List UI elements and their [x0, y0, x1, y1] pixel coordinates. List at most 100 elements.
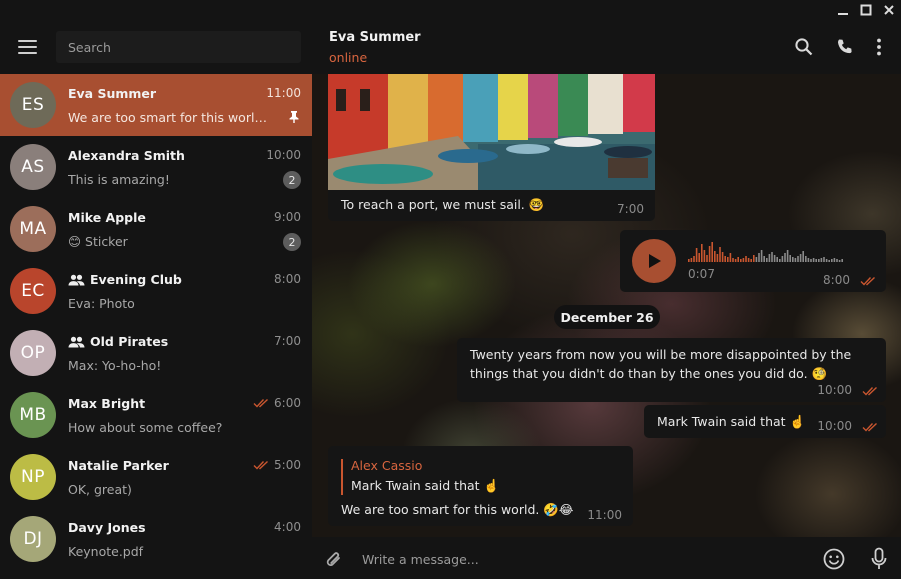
- double-check-icon: [860, 276, 875, 286]
- voice-duration: 0:07: [688, 267, 715, 281]
- message-time: 10:00: [817, 383, 852, 397]
- chat-name-text: Old Pirates: [90, 334, 169, 349]
- photo-caption: To reach a port, we must sail. 🤓: [341, 197, 545, 212]
- chat-time: 8:00: [274, 272, 301, 286]
- more-vertical-icon[interactable]: [869, 37, 889, 57]
- chat-name: Eva Summer: [68, 86, 156, 101]
- pin-icon: [289, 111, 299, 123]
- reply-quote[interactable]: Mark Twain said that ☝️: [351, 476, 499, 495]
- chat-name-text: Mike Apple: [68, 210, 146, 225]
- chat-preview: How about some coffee?: [68, 420, 223, 435]
- play-icon: [649, 254, 661, 268]
- telegram-window: ES Eva Summer 11:00 We are too smart for…: [0, 0, 901, 579]
- chat-name: Mike Apple: [68, 210, 146, 225]
- chat-item-natalie-parker[interactable]: NP Natalie Parker 5:00 OK, great): [0, 446, 312, 508]
- chat-name-text: Davy Jones: [68, 520, 146, 535]
- chat-name-text: Natalie Parker: [68, 458, 169, 473]
- minimize-icon[interactable]: [836, 3, 850, 17]
- chat-preview: This is amazing!: [68, 172, 170, 187]
- close-icon[interactable]: [882, 3, 896, 17]
- message-time: 7:00: [617, 202, 644, 216]
- avatar: NP: [10, 454, 56, 500]
- chat-item-max-bright[interactable]: MB Max Bright 6:00 How about some coffee…: [0, 384, 312, 446]
- chat-header: Eva Summer online: [312, 0, 901, 74]
- photo-canals[interactable]: [328, 74, 655, 190]
- search-input[interactable]: [56, 31, 301, 63]
- photo-message[interactable]: To reach a port, we must sail. 🤓 7:00: [328, 74, 655, 221]
- avatar: MB: [10, 392, 56, 438]
- chat-time: 11:00: [266, 86, 301, 100]
- avatar: DJ: [10, 516, 56, 562]
- chat-title[interactable]: Eva Summer: [329, 30, 421, 45]
- unread-badge: 2: [283, 171, 301, 189]
- message-text: Mark Twain said that ☝️: [657, 414, 806, 429]
- date-separator: December 26: [554, 305, 660, 329]
- chat-name-text: Evening Club: [90, 272, 182, 287]
- chat-preview: Keynote.pdf: [68, 544, 144, 559]
- reply-author[interactable]: Alex Cassio: [351, 458, 422, 473]
- message-input[interactable]: [362, 548, 792, 570]
- message-text: We are too smart for this world. 🤣😂: [341, 502, 574, 517]
- message-time: 11:00: [587, 508, 622, 522]
- chat-preview: We are too smart for this world. …: [68, 110, 273, 125]
- chat-name-text: Eva Summer: [68, 86, 157, 101]
- chat-time: 10:00: [266, 148, 301, 162]
- double-check-icon: [253, 460, 269, 470]
- chat-item-alexandra-smith[interactable]: AS Alexandra Smith 10:00 This is amazing…: [0, 136, 312, 198]
- chat-time: 6:00: [253, 396, 301, 410]
- chat-time: 7:00: [274, 334, 301, 348]
- avatar: EC: [10, 268, 56, 314]
- chat-item-old-pirates[interactable]: OP Old Pirates 7:00 Max: Yo-ho-ho!: [0, 322, 312, 384]
- voice-message[interactable]: 0:07 8:00: [620, 230, 886, 292]
- attach-icon[interactable]: [324, 549, 344, 571]
- search-icon[interactable]: [794, 37, 814, 57]
- chat-time: 4:00: [274, 520, 301, 534]
- chat-name-text: Max Bright: [68, 396, 146, 411]
- group-icon: [68, 336, 85, 347]
- avatar: MA: [10, 206, 56, 252]
- chat-time: 9:00: [274, 210, 301, 224]
- message-time: 10:00: [817, 419, 852, 433]
- maximize-icon[interactable]: [859, 3, 873, 17]
- microphone-icon[interactable]: [870, 547, 888, 571]
- chat-item-evening-club[interactable]: EC Evening Club 8:00 Eva: Photo: [0, 260, 312, 322]
- chat-item-eva-summer[interactable]: ES Eva Summer 11:00 We are too smart for…: [0, 74, 312, 136]
- phone-icon[interactable]: [835, 37, 855, 57]
- chat-time: 5:00: [253, 458, 301, 472]
- chat-preview: 😊 Sticker: [68, 234, 128, 249]
- incoming-reply-message[interactable]: Alex Cassio Mark Twain said that ☝️ We a…: [328, 446, 633, 526]
- chat-name: Davy Jones: [68, 520, 146, 535]
- chat-item-mike-apple[interactable]: MA Mike Apple 9:00 😊 Sticker 2: [0, 198, 312, 260]
- chat-time-text: 5:00: [274, 458, 301, 472]
- reply-bar: [341, 459, 343, 495]
- outgoing-message[interactable]: Mark Twain said that ☝️ 10:00: [644, 405, 886, 438]
- voice-waveform[interactable]: [688, 240, 858, 262]
- sidebar: ES Eva Summer 11:00 We are too smart for…: [0, 0, 312, 579]
- unread-badge: 2: [283, 233, 301, 251]
- play-button[interactable]: [632, 239, 676, 283]
- chat-preview: Eva: Photo: [68, 296, 135, 311]
- chat-name: Alexandra Smith: [68, 148, 185, 163]
- outgoing-message[interactable]: Twenty years from now you will be more d…: [457, 338, 886, 402]
- double-check-icon: [253, 398, 269, 408]
- chat-item-davy-jones[interactable]: DJ Davy Jones 4:00 Keynote.pdf: [0, 508, 312, 570]
- chat-preview: OK, great): [68, 482, 132, 497]
- chat-preview: Max: Yo-ho-ho!: [68, 358, 162, 373]
- avatar: OP: [10, 330, 56, 376]
- avatar: ES: [10, 82, 56, 128]
- group-icon: [68, 274, 85, 285]
- search-box[interactable]: [56, 31, 301, 63]
- emoji-icon[interactable]: [823, 548, 845, 570]
- chat-name: Evening Club: [68, 272, 182, 287]
- chat-name: Max Bright: [68, 396, 145, 411]
- message-time: 8:00: [823, 273, 850, 287]
- chat-name: Natalie Parker: [68, 458, 169, 473]
- message-text: Twenty years from now you will be more d…: [470, 347, 852, 381]
- double-check-icon: [862, 422, 877, 432]
- chat-list: ES Eva Summer 11:00 We are too smart for…: [0, 74, 312, 570]
- conversation-panel: Eva Summer online To reach a port, we mu…: [312, 0, 901, 579]
- chat-time-text: 6:00: [274, 396, 301, 410]
- avatar: AS: [10, 144, 56, 190]
- double-check-icon: [862, 386, 877, 396]
- menu-icon[interactable]: [18, 40, 37, 54]
